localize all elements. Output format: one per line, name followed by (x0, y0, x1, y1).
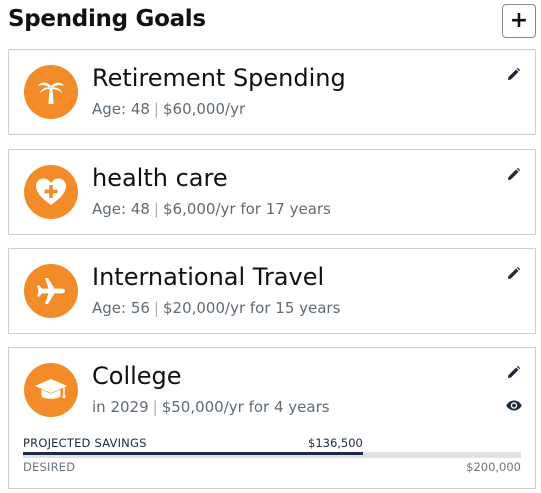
eye-icon (506, 400, 522, 410)
edit-button[interactable] (505, 364, 521, 380)
goal-detail: in 2029 | $50,000/yr for 4 years (92, 398, 330, 416)
desired-label: DESIRED (23, 460, 76, 474)
separator: | (153, 200, 159, 218)
progress-fill (23, 452, 363, 455)
goal-name: International Travel (92, 263, 325, 291)
goal-amount: $6,000/yr for 17 years (162, 200, 331, 218)
projected-savings-label: PROJECTED SAVINGS (23, 436, 147, 450)
progress-track (23, 452, 521, 458)
separator: | (153, 299, 159, 317)
goal-date: in 2029 (92, 398, 149, 416)
add-goal-button[interactable]: + (502, 4, 536, 38)
goal-detail: Age: 48 | $6,000/yr for 17 years (92, 200, 331, 218)
pencil-icon (507, 167, 520, 180)
goal-card-international-travel[interactable]: International Travel Age: 56 | $20,000/yr … (8, 248, 536, 334)
separator: | (152, 398, 158, 416)
goal-card-college[interactable]: College in 2029 | $50,000/yr for 4 years P… (8, 347, 536, 489)
goal-age: Age: 48 (92, 200, 150, 218)
goal-amount: $60,000/yr (162, 100, 246, 118)
goal-card-retirement[interactable]: Retirement Spending Age: 48 | $60,000/yr (8, 49, 536, 135)
edit-button[interactable] (505, 66, 521, 82)
projected-savings-value: $136,500 (308, 436, 363, 450)
goal-amount: $20,000/yr for 15 years (162, 299, 341, 317)
airplane-icon (24, 264, 78, 318)
goal-card-health-care[interactable]: health care Age: 48 | $6,000/yr for 17 yea… (8, 149, 536, 235)
separator: | (153, 100, 159, 118)
edit-button[interactable] (505, 166, 521, 182)
goal-age: Age: 48 (92, 100, 150, 118)
goal-name: College (92, 362, 182, 390)
goal-amount: $50,000/yr for 4 years (161, 398, 330, 416)
pencil-icon (507, 365, 520, 378)
goal-name: health care (92, 164, 228, 192)
goal-detail: Age: 56 | $20,000/yr for 15 years (92, 299, 340, 317)
goal-age: Age: 56 (92, 299, 150, 317)
heart-plus-icon (24, 165, 78, 219)
header: Spending Goals + (8, 4, 536, 38)
page-title: Spending Goals (8, 6, 206, 32)
graduation-cap-icon (24, 363, 78, 417)
pencil-icon (507, 67, 520, 80)
edit-button[interactable] (505, 265, 521, 281)
desired-value: $200,000 (466, 460, 521, 474)
goal-detail: Age: 48 | $60,000/yr (92, 100, 245, 118)
goal-name: Retirement Spending (92, 64, 346, 92)
view-button[interactable] (505, 398, 523, 412)
savings-progress: PROJECTED SAVINGS $136,500 DESIRED $200,… (23, 436, 521, 476)
pencil-icon (507, 266, 520, 279)
palm-tree-icon (24, 65, 78, 119)
